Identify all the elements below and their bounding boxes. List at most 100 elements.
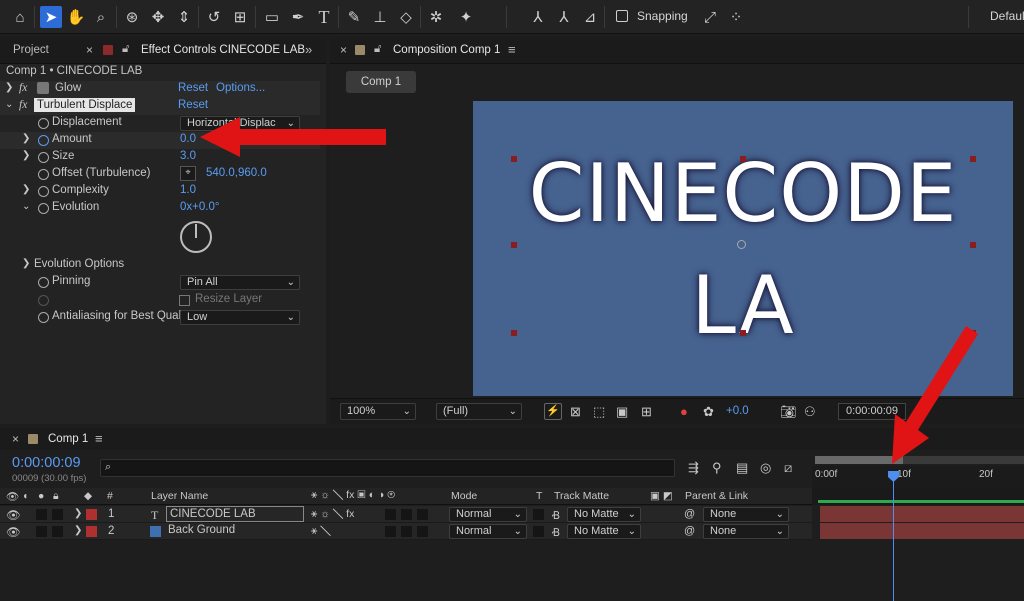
show-snapshot-icon[interactable]: ⚇ (804, 404, 816, 420)
lock-toggle[interactable] (52, 526, 63, 537)
transform-handle[interactable] (740, 156, 746, 162)
glow-reset-link[interactable]: Reset (178, 82, 208, 94)
matte-pickwhip-icon[interactable]: Ꞗ (552, 525, 560, 540)
size-value[interactable]: 3.0 (180, 150, 196, 162)
stopwatch-icon[interactable] (38, 203, 49, 214)
mask-visibility-icon[interactable]: ⬚ (593, 404, 605, 420)
resolution-dropdown[interactable]: (Full) ⌄ (436, 403, 522, 420)
menu-icon[interactable]: ≡ (508, 42, 516, 57)
exposure-value[interactable]: +0.0 (726, 405, 749, 417)
pinning-dropdown[interactable]: Pin All ⌄ (180, 275, 300, 290)
transparency-grid-icon[interactable]: ⊠ (570, 404, 581, 420)
type-icon[interactable]: T (314, 7, 334, 27)
rectangle-icon[interactable]: ▭ (262, 7, 282, 27)
brush-icon[interactable]: ✎ (344, 7, 364, 27)
t-toggle[interactable] (533, 526, 544, 537)
expand-panels-icon[interactable]: » (305, 42, 312, 57)
pan-camera-icon[interactable]: ✥ (148, 7, 168, 27)
parent-dropdown[interactable]: None ⌄ (703, 507, 789, 522)
layer-name[interactable]: Back Ground (168, 523, 235, 536)
orbit-camera-icon[interactable]: ⊛ (122, 7, 142, 27)
timeline-timecode[interactable]: 0:00:00:09 (12, 455, 81, 471)
solo-icon[interactable]: ● (38, 490, 44, 502)
effect-turbulent-row[interactable]: ⌄ fx Turbulent Displace Reset (0, 98, 320, 115)
chevron-down-icon[interactable]: ⌄ (22, 201, 30, 212)
crosshair-icon[interactable]: ⌖ (180, 166, 196, 181)
layer-name[interactable]: CINECODE LAB (166, 506, 304, 522)
comp-mini-flowchart-icon[interactable]: ⇶ (688, 460, 699, 476)
stopwatch-icon[interactable] (38, 135, 49, 146)
snapping-checkbox[interactable] (616, 10, 628, 22)
close-icon[interactable]: × (12, 432, 19, 446)
col-track-matte[interactable]: Track Matte (554, 490, 609, 502)
chevron-right-icon[interactable]: ❯ (74, 508, 82, 519)
parent-pickwhip-icon[interactable]: @ (684, 525, 695, 537)
graph-editor-icon[interactable]: ⧄ (784, 460, 792, 476)
transform-handle[interactable] (511, 156, 517, 162)
transform-handle[interactable] (511, 242, 517, 248)
offset-value[interactable]: 540.0,960.0 (206, 167, 267, 179)
layer-switches[interactable]: ⚹ ☼ ╲ fx (311, 508, 354, 521)
region-of-interest-icon[interactable]: ▣ (616, 404, 628, 420)
label-color-swatch[interactable] (86, 509, 97, 520)
switch-box[interactable] (417, 509, 428, 520)
turbulent-reset-link[interactable]: Reset (178, 99, 208, 111)
clone-stamp-icon[interactable]: ⊥ (370, 7, 390, 27)
layer-bar-2[interactable] (820, 523, 1024, 539)
fx-icon[interactable]: fx (19, 82, 27, 94)
chevron-right-icon[interactable]: ❯ (74, 525, 82, 536)
frame-blending-icon[interactable]: ▤ (736, 460, 748, 476)
zoom-dropdown[interactable]: 100% ⌄ (340, 403, 416, 420)
layer-bar-1[interactable] (820, 506, 1024, 522)
comp-button[interactable]: Comp 1 (346, 71, 416, 93)
stopwatch-icon[interactable] (38, 152, 49, 163)
chevron-right-icon[interactable]: ❯ (22, 184, 30, 195)
local-axis-icon[interactable]: ⅄ (528, 7, 548, 27)
home-icon[interactable]: ⌂ (10, 7, 30, 27)
stopwatch-icon[interactable] (38, 277, 49, 288)
antialias-dropdown[interactable]: Low ⌄ (180, 310, 300, 325)
evolution-value[interactable]: 0x+0.0° (180, 201, 219, 213)
effect-glow-row[interactable]: ❯ fx Glow Reset Options... (0, 81, 320, 98)
mode-dropdown[interactable]: Normal ⌄ (449, 507, 527, 522)
col-parent-link[interactable]: Parent & Link (685, 490, 748, 502)
transform-handle[interactable] (511, 330, 517, 336)
tab-project[interactable]: Project (13, 44, 49, 56)
close-icon[interactable]: × (340, 43, 347, 57)
chevron-right-icon[interactable]: ❯ (22, 133, 30, 144)
glow-options-link[interactable]: Options... (216, 82, 265, 94)
switch-box[interactable] (417, 526, 428, 537)
tab-timeline-comp[interactable]: Comp 1 (48, 433, 88, 445)
eye-icon[interactable]: 👁︎ (6, 490, 19, 503)
puppet-pin-icon[interactable]: ✦ (456, 7, 476, 27)
resize-layer-checkbox[interactable] (179, 295, 190, 306)
chevron-right-icon[interactable]: ❯ (5, 82, 13, 93)
hand-icon[interactable]: ✋ (66, 7, 86, 27)
parent-pickwhip-icon[interactable]: @ (684, 508, 695, 520)
amount-value[interactable]: 0.0 (180, 133, 196, 145)
tab-composition[interactable]: Composition Comp 1 (393, 44, 500, 56)
solo-toggle[interactable] (36, 526, 47, 537)
roto-brush-icon[interactable]: ✲ (426, 7, 446, 27)
switch-box[interactable] (385, 509, 396, 520)
close-icon[interactable]: × (86, 43, 93, 57)
transform-handle[interactable] (740, 330, 746, 336)
workspace-label[interactable]: Default (990, 9, 1024, 23)
complexity-value[interactable]: 1.0 (180, 184, 196, 196)
solo-toggle[interactable] (36, 509, 47, 520)
col-mode[interactable]: Mode (451, 490, 477, 502)
stopwatch-icon[interactable] (38, 186, 49, 197)
transform-handle[interactable] (970, 242, 976, 248)
lock-toggle[interactable] (52, 509, 63, 520)
pen-icon[interactable]: ✒ (288, 7, 308, 27)
evolution-dial[interactable] (180, 221, 212, 253)
stopwatch-icon[interactable] (38, 169, 49, 180)
snap-edges-icon[interactable]: ⤢ (700, 7, 720, 27)
track-matte-dropdown[interactable]: No Matte ⌄ (567, 524, 641, 539)
stopwatch-icon[interactable] (38, 118, 49, 129)
label-tag-icon[interactable]: ◆ (84, 490, 92, 502)
transform-handle[interactable] (970, 156, 976, 162)
lock-icon[interactable]: 🔓︎ (374, 43, 381, 56)
dolly-camera-icon[interactable]: ⇕ (174, 7, 194, 27)
eye-icon[interactable]: 👁︎ (6, 508, 21, 522)
